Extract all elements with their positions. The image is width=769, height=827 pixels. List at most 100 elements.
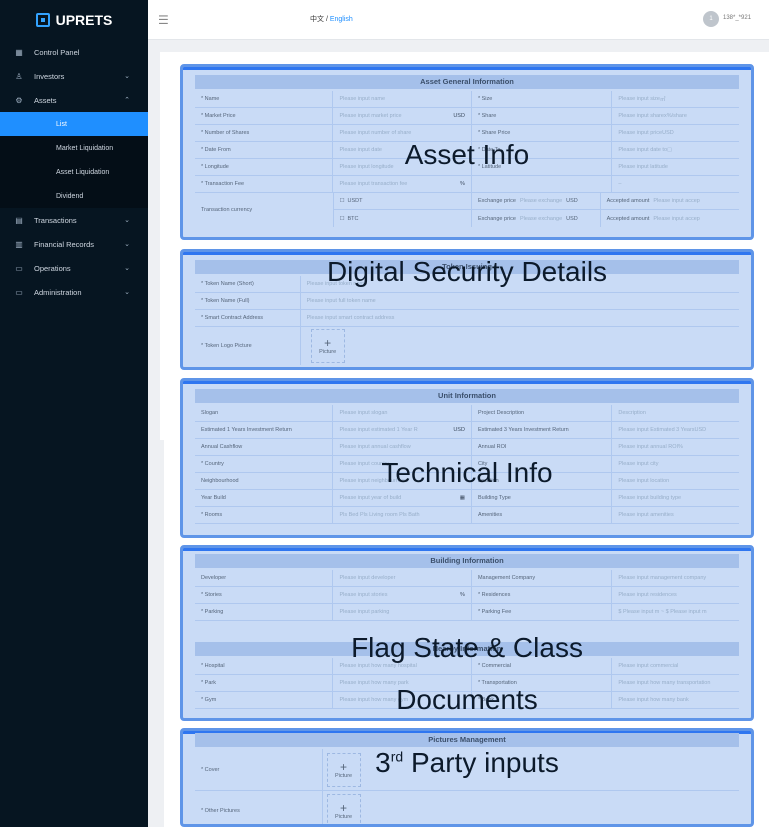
building-field-input[interactable]: Please input developer [333,570,472,586]
chevron-down-icon[interactable]: ⌄ [124,72,130,80]
unit-field-label: Annual Cashflow [195,439,334,455]
chevron-down-icon[interactable]: ⌄ [124,216,130,224]
nearby-field-placeholder: Please input how many bank [618,697,689,703]
exchange-price[interactable]: Exchange price Please exchange USD [472,210,601,227]
avatar[interactable]: 1 [703,11,719,27]
lang-zh[interactable]: 中文 / [310,16,330,23]
asset-field-input[interactable]: Please input number of share [333,125,472,141]
nearby-field-input[interactable]: Please input how many bank [612,692,739,708]
nearby-field-input[interactable]: Please input how many gym [333,692,472,708]
chevron-up-icon[interactable]: ⌃ [124,96,130,104]
unit-field-input[interactable]: Please input amenities [612,507,739,523]
brand-name: UPRETS [55,12,113,28]
nearby-field-input[interactable]: Please input commercial [612,658,739,674]
asset-field-input[interactable]: Please input date [333,142,472,158]
nearby-field-input[interactable]: Please input how many transportation [612,675,739,691]
nearby-field-row: * Park Please input how many park * Transp… [195,675,739,692]
unit-field-input[interactable]: Please input annual cashflow [333,439,472,455]
unit-field-input[interactable]: Please input location [612,473,739,489]
token-input[interactable]: Please input smart contract address [301,310,739,326]
asset-field-input[interactable]: Please input longitude [333,159,472,175]
other-picture-label: Picture [335,814,353,820]
unit-field-input[interactable]: Please input year of build ▦ [333,490,472,506]
brand-logo[interactable]: UPRETS [0,0,148,40]
other-pictures-upload-area: + Picture [323,791,739,824]
nearby-field-input[interactable]: Please input how many hospital [333,658,472,674]
checkbox-icon[interactable]: ☐ [340,216,345,222]
sidebar-subitem-market-liquidation[interactable]: Market Liquidation [0,136,148,160]
sidebar-subitem-list[interactable]: List [0,112,148,136]
user-icon: ♙ [15,71,23,81]
accepted-amount[interactable]: Accepted amount Please input accep [601,193,739,209]
currency-checkbox[interactable]: ☐ USDT [334,193,473,209]
asset-field-input[interactable]: Please input latitude [612,159,739,175]
building-field-input[interactable]: Please input stories% [333,587,472,603]
unit-field-placeholder: Please input slogan [339,410,388,416]
sidebar-subitem-dividend[interactable]: Dividend [0,184,148,208]
sidebar-subitem-asset-liquidation[interactable]: Asset Liquidation [0,160,148,184]
nearby-field-placeholder: Please input how many park [339,680,409,686]
sidebar-item-administration[interactable]: ▭ Administration ⌄ [0,280,148,304]
unit-field-placeholder: Please input annual ROI [618,444,679,450]
unit-field-unit: USD [694,427,707,433]
unit-field-input[interactable]: Please input Estimated 3 Years USD [612,422,739,438]
window-icon: ▭ [15,263,23,273]
unit-field-input[interactable]: Please input estimated 1 Year R USD [333,422,472,438]
other-pictures-upload-button[interactable]: + Picture [326,794,361,824]
unit-field-row: * Country Please input country City Please … [195,456,739,473]
chevron-down-icon[interactable]: ⌄ [124,240,130,248]
sidebar-item-operations[interactable]: ▭ Operations ⌄ [0,256,148,280]
unit-field-label: Estimated 1 Years Investment Return [195,422,334,438]
unit-field-input[interactable]: Description [612,405,739,421]
asset-field-input[interactable]: Please input price USD [612,125,739,141]
asset-field-input[interactable]: Please input size ㎡ [612,91,739,107]
unit-field-input[interactable]: Please input building type [612,490,739,506]
asset-field-input[interactable]: Please input name [333,91,472,107]
lang-en[interactable]: English [330,16,353,23]
building-field-input[interactable]: $ Please input m ~ $ Please input m [612,604,739,620]
unit-field-input[interactable]: Please input city [612,456,739,472]
unit-field-row: * Rooms Pls Bed Pls Living room Pls Bath A… [195,507,739,524]
token-logo-upload-button[interactable]: + Picture [310,329,345,363]
asset-field-input[interactable]: Please input share x%/share [612,108,739,124]
token-input[interactable]: Please input full token name [301,293,739,309]
token-logo-upload-area: + Picture [301,327,739,365]
menu-toggle-icon[interactable]: ☰ [158,13,169,27]
unit-field-input[interactable]: Please input neighbourhood [333,473,472,489]
cover-upload-button[interactable]: + Picture [326,753,361,787]
unit-field-input[interactable]: Please input country [333,456,472,472]
language-switch[interactable]: 中文 / English [310,14,353,24]
sidebar-item-control-panel[interactable]: ▦ Control Panel [0,40,148,64]
token-input[interactable]: Please input token name [301,276,739,292]
unit-field-label: Annual ROI [472,439,613,455]
unit-field-input[interactable]: Please input annual ROI% [612,439,739,455]
asset-field-input[interactable]: Please input transaction fee% [333,176,472,192]
unit-field-row: Year Build Please input year of build ▦ Bui… [195,490,739,507]
asset-field-placeholder: Please input number of share [339,130,412,136]
list-icon: ▤ [15,215,23,225]
user-name[interactable]: 138*_*921 [723,15,751,21]
checkbox-icon[interactable]: ☐ [340,198,345,204]
exchange-price[interactable]: Exchange price Please exchange USD [472,193,601,209]
chevron-down-icon[interactable]: ⌄ [124,264,130,272]
exchange-placeholder: Please exchange [519,198,563,204]
building-field-input[interactable]: Please input management company [612,570,739,586]
chevron-down-icon[interactable]: ⌄ [124,288,130,296]
asset-field-input[interactable]: Please input market price USD [333,108,472,124]
asset-field-input[interactable]: – [612,176,739,192]
currency-checkbox[interactable]: ☐ BTC [334,210,473,227]
unit-field-input[interactable]: Please input slogan [333,405,472,421]
sidebar-item-transactions[interactable]: ▤ Transactions ⌄ [0,208,148,232]
sidebar-item-investors[interactable]: ♙ Investors ⌄ [0,64,148,88]
nearby-field-input[interactable]: Please input how many park [333,675,472,691]
building-field-label: * Stories [195,587,334,603]
asset-field-row: * Number of Shares Please input number of… [195,125,739,142]
asset-field-input[interactable]: Please input date to ▢ [612,142,739,158]
pictures-section: Pictures Management * Cover + Picture * … [180,728,754,827]
building-field-input[interactable]: Please input parking [333,604,472,620]
accepted-amount[interactable]: Accepted amount Please input accep [601,210,739,227]
unit-field-input[interactable]: Pls Bed Pls Living room Pls Bath [333,507,472,523]
sidebar-item-assets[interactable]: ⚙ Assets ⌃ [0,88,148,112]
building-field-input[interactable]: Please input residences [612,587,739,603]
sidebar-item-financial-records[interactable]: ▥ Financial Records ⌄ [0,232,148,256]
